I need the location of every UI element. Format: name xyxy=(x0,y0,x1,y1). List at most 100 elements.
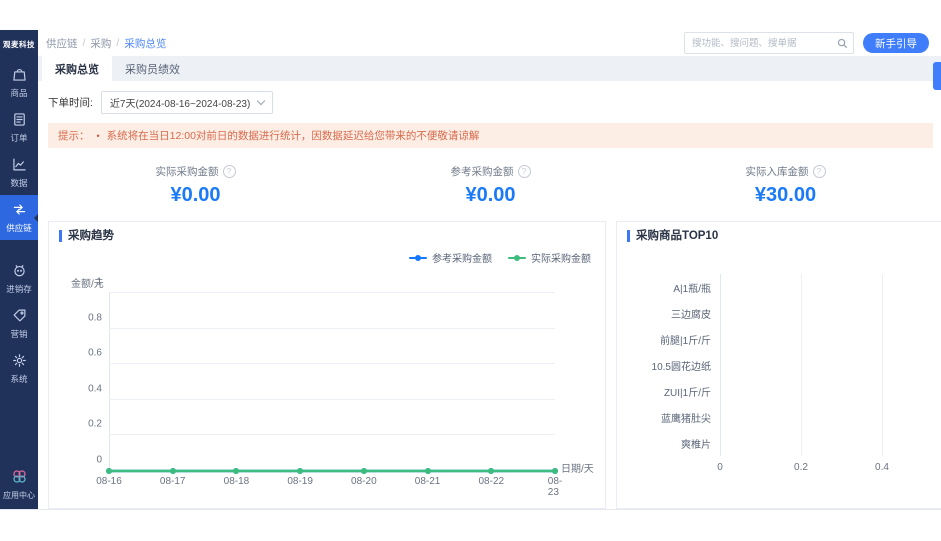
edge-widget[interactable] xyxy=(933,62,941,90)
x-tick-label: 08-23 xyxy=(548,476,562,498)
grid-line xyxy=(801,274,802,456)
sidebar-item-label: 商品 xyxy=(10,87,27,99)
top10-chart: A|1瓶/瓶三边腐皮前腿|1斤/斤10.5圆花边纸ZUI|1斤/斤蓝鹰猪肚尖爽椎… xyxy=(627,274,941,456)
search-icon[interactable] xyxy=(837,38,848,49)
sidebar-item-label: 系统 xyxy=(10,373,27,385)
content: 下单时间: 近7天(2024-08-16~2024-08-23) 提示： • 系… xyxy=(38,81,941,509)
sidebar-item-supply-chain[interactable]: 供应链 xyxy=(0,195,38,240)
data-point[interactable] xyxy=(552,468,558,474)
data-icon xyxy=(12,157,27,174)
top10-plot-area: 00.20.4 xyxy=(720,274,941,456)
help-icon[interactable]: ? xyxy=(518,165,531,178)
help-icon[interactable]: ? xyxy=(813,165,826,178)
trend-legend: 参考采购金额 实际采购金额 xyxy=(59,250,591,265)
x-tick-label: 08-18 xyxy=(224,476,250,487)
search-input[interactable] xyxy=(690,37,837,50)
breadcrumb-item[interactable]: 采购总览 xyxy=(124,36,166,51)
app-frame: 观麦科技 商品订单数据供应链进销存营销系统 应用中心 供应链/采购/采购总览 xyxy=(0,30,941,510)
sidebar-item-system[interactable]: 系统 xyxy=(0,346,38,391)
x-tick-label: 08-17 xyxy=(160,476,186,487)
sidebar-item-label: 数据 xyxy=(10,177,27,189)
sidebar-item-label: 进销存 xyxy=(6,283,32,295)
breadcrumb-item[interactable]: 供应链 xyxy=(46,36,78,51)
sidebar-item-label: 订单 xyxy=(10,132,27,144)
x-tick-label: 08-22 xyxy=(478,476,504,487)
breadcrumb-separator: / xyxy=(116,37,119,49)
data-point[interactable] xyxy=(488,468,494,474)
sidebar-item-marketing[interactable]: 营销 xyxy=(0,301,38,346)
legend-item[interactable]: 实际采购金额 xyxy=(508,250,591,265)
category-label: 爽椎片 xyxy=(681,436,711,451)
category-label: 蓝鹰猪肚尖 xyxy=(661,410,711,425)
purchase-trend-card: 采购趋势 参考采购金额 实际采购金额 金额/元 日期/天 00.20.40.60.… xyxy=(48,221,606,509)
data-point[interactable] xyxy=(361,468,367,474)
y-tick-label: 1 xyxy=(96,277,102,288)
help-icon[interactable]: ? xyxy=(223,165,236,178)
y-tick-label: 0.4 xyxy=(88,383,102,394)
x-tick-label: 0 xyxy=(717,462,723,473)
newbie-guide-button[interactable]: 新手引导 xyxy=(863,33,929,53)
sidebar-item-inventory[interactable]: 进销存 xyxy=(0,256,38,301)
metric-cell: 参考采购金额?¥0.00 xyxy=(343,164,638,207)
x-tick-label: 0.2 xyxy=(794,462,808,473)
metric-value: ¥0.00 xyxy=(465,184,515,207)
legend-item[interactable]: 参考采购金额 xyxy=(409,250,492,265)
notice-bar: 提示： • 系统将在当日12:00对前日的数据进行统计，因数据延迟给您带来的不便… xyxy=(48,123,933,148)
date-range-select[interactable]: 近7天(2024-08-16~2024-08-23) xyxy=(101,91,273,114)
trend-chart: 金额/元 日期/天 00.20.40.60.8108-1608-1708-180… xyxy=(109,293,555,471)
x-tick-label: 0.4 xyxy=(875,462,889,473)
sidebar-item-app-center[interactable]: 应用中心 xyxy=(3,468,35,501)
bullet-icon: • xyxy=(97,131,100,141)
sidebar-item-label: 供应链 xyxy=(6,222,32,234)
y-tick-label: 0 xyxy=(96,455,102,466)
sidebar-item-orders[interactable]: 订单 xyxy=(0,105,38,150)
metric-label: 实际入库金额? xyxy=(746,164,826,179)
search-box[interactable] xyxy=(684,32,854,54)
orders-icon xyxy=(12,112,27,129)
topbar: 供应链 / 采购 / 采购总览 新手引导 xyxy=(38,30,941,56)
sidebar-item-label: 营销 xyxy=(10,328,27,340)
notice-prefix: 提示： xyxy=(58,128,90,143)
marketing-icon xyxy=(12,308,27,325)
sidebar-item-label: 应用中心 xyxy=(3,490,35,501)
y-tick-label: 0.6 xyxy=(88,348,102,359)
sidebar-item-goods[interactable]: 商品 xyxy=(0,60,38,105)
metric-label-text: 参考采购金额 xyxy=(451,164,514,179)
x-tick-label: 08-20 xyxy=(351,476,377,487)
data-point[interactable] xyxy=(297,468,303,474)
category-label: A|1瓶/瓶 xyxy=(673,280,711,295)
legend-marker xyxy=(409,254,427,262)
y-tick-label: 0.2 xyxy=(88,419,102,430)
metric-label-text: 实际入库金额 xyxy=(746,164,809,179)
system-icon xyxy=(12,353,27,370)
sidebar-nav: 商品订单数据供应链进销存营销系统 xyxy=(0,60,38,391)
metric-label-text: 实际采购金额 xyxy=(156,164,219,179)
legend-label: 实际采购金额 xyxy=(531,250,591,265)
x-tick-label: 08-16 xyxy=(96,476,122,487)
legend-dot xyxy=(415,255,421,261)
goods-icon xyxy=(12,67,27,84)
metric-cell: 实际入库金额?¥30.00 xyxy=(638,164,933,207)
data-point[interactable] xyxy=(425,468,431,474)
order-time-label: 下单时间: xyxy=(48,95,93,110)
breadcrumb-item[interactable]: 采购 xyxy=(90,36,111,51)
breadcrumb-separator: / xyxy=(83,37,86,49)
grid-line xyxy=(882,274,883,456)
metric-label: 参考采购金额? xyxy=(451,164,531,179)
data-point[interactable] xyxy=(233,468,239,474)
legend-label: 参考采购金额 xyxy=(432,250,492,265)
sidebar-gap xyxy=(0,240,38,256)
x-tick-label: 08-19 xyxy=(287,476,313,487)
top10-card: 采购商品TOP10 A|1瓶/瓶三边腐皮前腿|1斤/斤10.5圆花边纸ZUI|1… xyxy=(616,221,941,509)
tab-item[interactable]: 采购员绩效 xyxy=(112,56,193,81)
trend-chart-title: 采购趋势 xyxy=(59,230,595,242)
breadcrumb: 供应链 / 采购 / 采购总览 xyxy=(46,36,166,51)
sidebar-item-data[interactable]: 数据 xyxy=(0,150,38,195)
data-point[interactable] xyxy=(106,468,112,474)
data-point[interactable] xyxy=(170,468,176,474)
x-tick-label: 08-21 xyxy=(415,476,441,487)
inventory-icon xyxy=(12,263,27,280)
tab-active[interactable]: 采购总览 xyxy=(42,56,112,81)
x-axis-label: 日期/天 xyxy=(561,460,594,475)
sidebar: 观麦科技 商品订单数据供应链进销存营销系统 应用中心 xyxy=(0,30,38,509)
